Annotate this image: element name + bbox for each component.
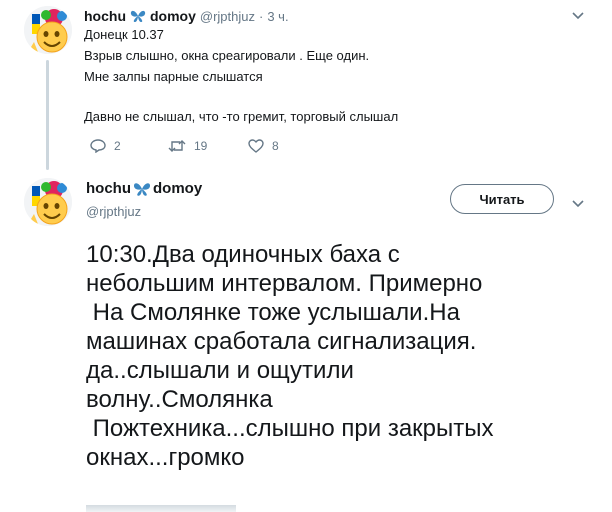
tweet2-line-2: небольшим интервалом. Примерно (86, 270, 483, 297)
tweet2-line-4: машинах сработала сигнализация. (86, 328, 477, 355)
follow-button[interactable]: Читать (450, 184, 554, 214)
tweet2-header: hochu domoy (86, 180, 202, 197)
retweet-count: 19 (194, 139, 208, 153)
like-action[interactable]: 8 (248, 139, 279, 153)
timestamp[interactable]: 3 ч. (267, 9, 288, 24)
retweet-icon (168, 140, 186, 152)
reply-count: 2 (114, 139, 121, 153)
author-name[interactable]: hochu (84, 8, 126, 24)
author-handle[interactable]: @rjpthjuz (200, 9, 255, 24)
tweet2-line-6: волну..Смолянка (86, 386, 273, 413)
author-name-suffix[interactable]: domoy (153, 180, 202, 197)
retweet-action[interactable]: 19 (168, 139, 207, 153)
tweet2-line-3: На Смолянке тоже услышали.На (86, 299, 460, 326)
author-handle[interactable]: @rjpthjuz (86, 204, 141, 219)
tweet1-header: hochu domoy @rjpthjuz · 3 ч. (84, 8, 289, 24)
butterfly-icon (130, 10, 146, 22)
avatar[interactable] (24, 178, 72, 226)
chevron-down-icon[interactable] (572, 8, 584, 23)
avatar[interactable] (24, 6, 72, 54)
tweet2-line-5: да..слышали и ощутили (86, 357, 354, 384)
like-count: 8 (272, 139, 279, 153)
tweet1-line-2: Взрыв слышно, окна среагировали . Еще од… (84, 48, 370, 63)
reply-icon (90, 139, 106, 153)
emoji-avatar-icon (24, 178, 72, 226)
emoji-avatar-icon (24, 6, 72, 54)
tweet2-line-8: окнах...громко (86, 444, 245, 471)
cut-off-timestamp-row (86, 505, 236, 512)
reply-action[interactable]: 2 (90, 139, 121, 153)
chevron-down-icon[interactable] (572, 196, 584, 211)
butterfly-icon (133, 182, 151, 196)
author-name-suffix[interactable]: domoy (150, 8, 196, 24)
tweet2-line-1: 10:30.Два одиночных баха с (86, 241, 400, 268)
thread-line (46, 60, 49, 170)
tweet2-text: 10:30.Два одиночных баха с небольшим инт… (86, 240, 494, 472)
tweet1-line-3: Мне залпы парные слышатся (84, 69, 263, 84)
heart-icon (248, 139, 264, 153)
separator-dot: · (259, 8, 264, 24)
author-name[interactable]: hochu (86, 180, 131, 197)
tweet1-line-1: Донецк 10.37 (84, 27, 164, 42)
tweet2-line-7: Пожтехника...слышно при закрытых (86, 415, 494, 442)
tweet1-line-5: Давно не слышал, что -то гремит, торговы… (84, 109, 399, 124)
